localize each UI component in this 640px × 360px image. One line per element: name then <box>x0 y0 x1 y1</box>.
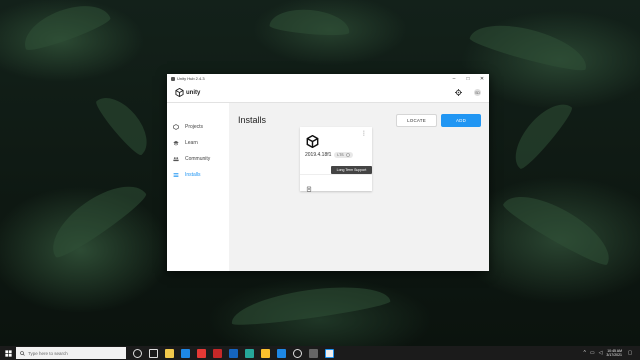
sidebar-item-label: Community <box>185 156 211 162</box>
more-vertical-icon[interactable]: ⋮ <box>361 131 367 137</box>
page-title: Installs <box>238 115 267 125</box>
windows-start-icon[interactable] <box>0 346 16 360</box>
wallpaper-leaf <box>17 0 113 55</box>
unity-hub-window: Unity Hub 2.4.3 – □ ✕ unity SD Projects … <box>167 74 489 271</box>
install-version: 2019.4.18f1 <box>305 152 332 158</box>
sidebar-item-community[interactable]: Community <box>167 151 229 167</box>
unity-hub-taskbar-icon[interactable] <box>325 348 334 358</box>
lts-tooltip: Long Term Support <box>331 166 372 174</box>
add-button[interactable]: ADD <box>441 113 481 127</box>
sidebar-item-installs[interactable]: Installs <box>167 167 229 183</box>
window-title: Unity Hub 2.4.3 <box>171 76 205 81</box>
sidebar-item-label: Learn <box>185 140 198 146</box>
app-icon <box>171 76 175 81</box>
sidebar-item-learn[interactable]: Learn <box>167 135 229 151</box>
app-icon-gray[interactable] <box>309 348 318 358</box>
install-card: ⋮ 2019.4.18f1 LTS Long Term Support <box>300 127 372 192</box>
maximize-button[interactable]: □ <box>461 74 475 83</box>
wallpaper-leaf <box>500 182 620 270</box>
sidebar-item-label: Installs <box>185 172 201 178</box>
info-icon[interactable] <box>345 153 350 157</box>
minimize-button[interactable]: – <box>447 74 461 83</box>
close-button[interactable]: ✕ <box>475 74 489 83</box>
search-icon <box>20 350 25 356</box>
avatar[interactable]: SD <box>474 89 481 96</box>
cortana-icon[interactable] <box>133 348 142 358</box>
wallpaper-leaf <box>228 279 392 329</box>
projects-icon <box>173 124 179 130</box>
edge-icon[interactable] <box>181 348 190 358</box>
lts-badge: LTS <box>334 152 353 158</box>
network-icon[interactable]: ▭ <box>590 350 595 356</box>
gear-icon[interactable] <box>455 89 462 96</box>
brave-icon[interactable] <box>197 348 206 358</box>
sidebar-item-label: Projects <box>185 124 204 130</box>
store-icon[interactable] <box>229 348 238 358</box>
logo-text: unity <box>186 89 201 96</box>
sidebar-item-projects[interactable]: Projects <box>167 119 229 135</box>
chevron-up-icon[interactable]: ^ <box>583 350 585 356</box>
learn-icon <box>173 140 179 146</box>
media-player-icon[interactable] <box>213 348 222 358</box>
card-divider <box>300 174 372 175</box>
app-icon-blue[interactable] <box>277 348 286 358</box>
window-titlebar[interactable]: Unity Hub 2.4.3 – □ ✕ <box>167 74 489 83</box>
locate-button[interactable]: LOCATE <box>396 113 437 127</box>
search-placeholder: Type here to search <box>28 350 68 356</box>
notification-icon[interactable]: ▢ <box>626 349 634 357</box>
wallpaper-leaf <box>468 14 592 76</box>
app-icon-teal[interactable] <box>245 348 254 358</box>
app-icon-circle[interactable] <box>293 348 302 358</box>
wallpaper-leaf <box>92 87 158 159</box>
unity-logo: unity <box>175 88 200 97</box>
task-view-icon[interactable] <box>149 348 158 358</box>
community-icon <box>173 157 179 162</box>
taskbar-search-box[interactable]: Type here to search <box>16 347 126 359</box>
wallpaper-leaf <box>40 171 150 263</box>
sidebar: Projects Learn Community Installs <box>167 103 229 271</box>
file-explorer-icon[interactable] <box>165 348 174 358</box>
unity-version-logo <box>306 134 319 153</box>
taskbar: Type here to search ^ ▭ ◁ 10:45 AM 3/17/… <box>0 346 640 360</box>
hub-header: unity SD <box>167 83 489 103</box>
clock-date: 3/17/2021 <box>606 353 622 357</box>
wallpaper-leaf <box>504 94 576 172</box>
installs-icon <box>173 173 179 178</box>
system-tray: ^ ▭ ◁ 10:45 AM 3/17/2021 ▢ <box>583 349 640 358</box>
wallpaper-leaf <box>269 6 351 38</box>
window-title-text: Unity Hub 2.4.3 <box>177 76 205 81</box>
platform-icon <box>306 179 312 197</box>
unity-cube-icon <box>175 88 184 97</box>
lts-badge-label: LTS <box>337 153 344 157</box>
main-panel: Installs LOCATE ADD ⋮ 2019.4.18f1 LTS Lo… <box>229 103 489 271</box>
clock[interactable]: 10:45 AM 3/17/2021 <box>606 349 622 358</box>
app-icon-yellow[interactable] <box>261 348 270 358</box>
volume-icon[interactable]: ◁ <box>599 350 603 356</box>
